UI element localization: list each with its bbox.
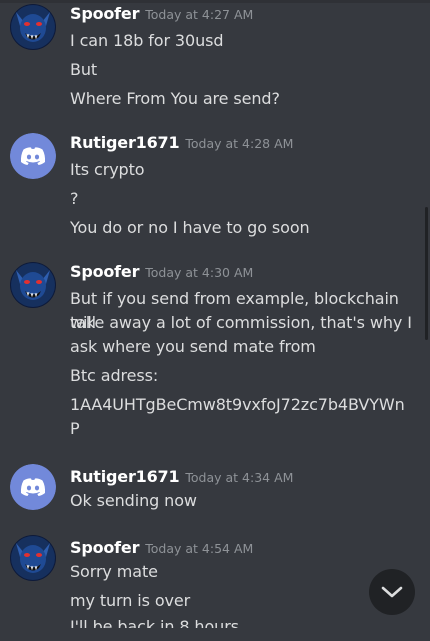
message-group: Rutiger1671 Today at 4:34 AM Ok sending n… <box>0 464 430 518</box>
message-group: Spoofer Today at 4:30 AM But if you send … <box>0 262 430 442</box>
message-line: ? <box>70 189 79 208</box>
username[interactable]: Spoofer <box>70 262 139 281</box>
message-header: Spoofer Today at 4:54 AM <box>70 538 253 557</box>
message-line: You do or no I have to go soon <box>70 218 310 237</box>
message-group: Rutiger1671 Today at 4:28 AM Its crypto ?… <box>0 133 430 245</box>
message-line: I can 18b for 30usd <box>70 31 224 50</box>
monster-avatar-icon <box>10 535 56 581</box>
message-header: Spoofer Today at 4:30 AM <box>70 262 253 281</box>
top-divider <box>0 0 430 3</box>
message-line: P <box>70 419 80 438</box>
jump-to-present-button[interactable] <box>369 569 415 615</box>
composer-edge <box>0 628 430 641</box>
avatar[interactable] <box>10 535 56 581</box>
message-group: Spoofer Today at 4:54 AM Sorry mate my tu… <box>0 535 430 636</box>
message-line: Where From You are send? <box>70 89 280 108</box>
avatar[interactable] <box>10 133 56 179</box>
timestamp: Today at 4:34 AM <box>185 470 294 485</box>
message-group: Spoofer Today at 4:27 AM I can 18b for 30… <box>0 4 430 116</box>
discord-logo-icon <box>10 133 56 179</box>
scrollbar[interactable] <box>425 207 428 340</box>
message-line: take away a lot of commission, that's wh… <box>70 313 412 332</box>
username[interactable]: Spoofer <box>70 538 139 557</box>
message-header: Spoofer Today at 4:27 AM <box>70 4 253 23</box>
message-line: But <box>70 60 98 79</box>
message-line: Sorry mate <box>70 562 158 581</box>
chat-message-list[interactable]: Spoofer Today at 4:27 AM I can 18b for 30… <box>0 0 430 641</box>
username[interactable]: Rutiger1671 <box>70 467 180 486</box>
discord-logo-icon <box>10 464 56 510</box>
timestamp: Today at 4:27 AM <box>145 7 254 22</box>
timestamp: Today at 4:54 AM <box>145 541 254 556</box>
username[interactable]: Rutiger1671 <box>70 133 180 152</box>
message-header: Rutiger1671 Today at 4:34 AM <box>70 467 293 486</box>
monster-avatar-icon <box>10 262 56 308</box>
avatar[interactable] <box>10 464 56 510</box>
message-line: Ok sending now <box>70 491 197 510</box>
avatar[interactable] <box>10 4 56 50</box>
message-line: ask where you send mate from <box>70 337 316 356</box>
monster-avatar-icon <box>10 4 56 50</box>
avatar[interactable] <box>10 262 56 308</box>
message-line: 1AA4UHTgBeCmw8t9vxfoJ72zc7b4BVYWn <box>70 395 405 414</box>
username[interactable]: Spoofer <box>70 4 139 23</box>
message-line: Its crypto <box>70 160 145 179</box>
chevron-down-icon <box>381 586 403 598</box>
timestamp: Today at 4:30 AM <box>145 265 254 280</box>
message-line: my turn is over <box>70 591 191 610</box>
message-header: Rutiger1671 Today at 4:28 AM <box>70 133 293 152</box>
timestamp: Today at 4:28 AM <box>185 136 294 151</box>
message-line: Btc adress: <box>70 366 159 385</box>
